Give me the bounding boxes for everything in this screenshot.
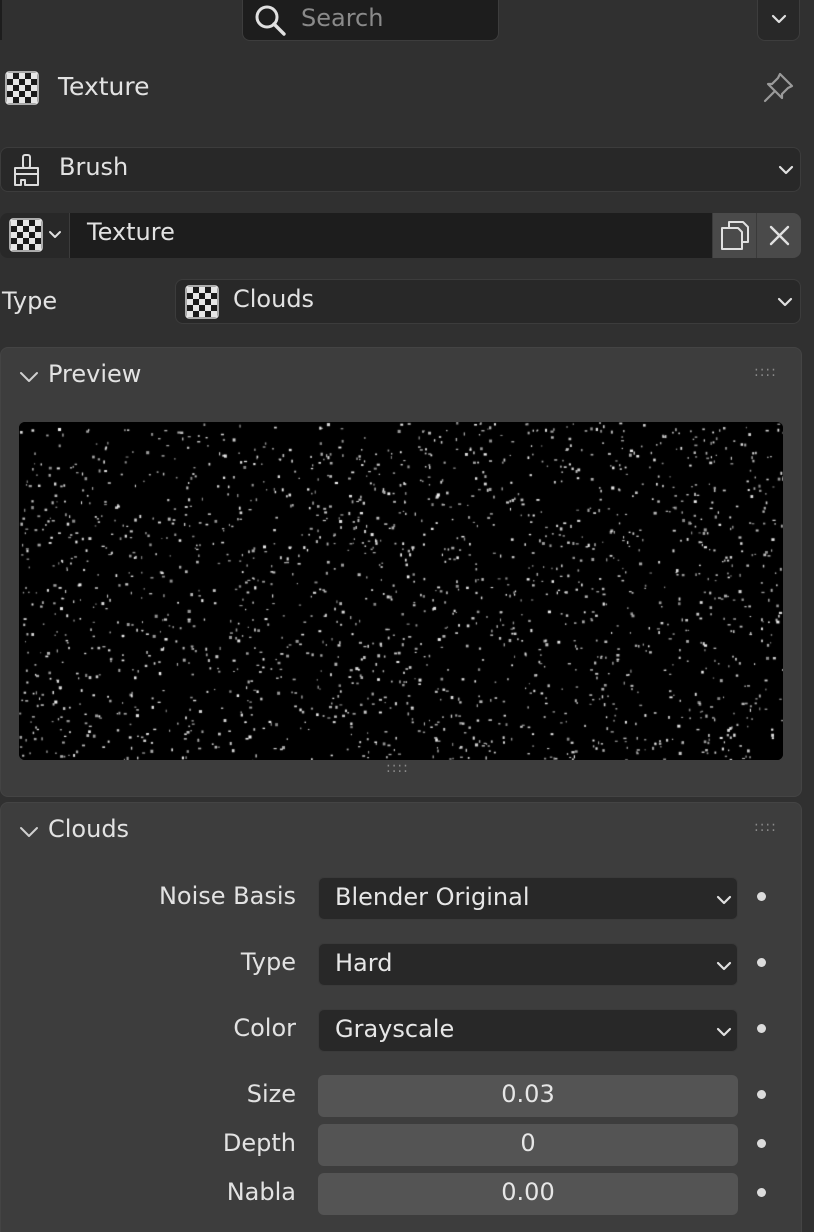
- duplicate-icon: [721, 221, 749, 250]
- options-dropdown-button[interactable]: [757, 0, 800, 41]
- checker-texture-icon: [185, 285, 219, 319]
- brush-context-dropdown[interactable]: Brush: [0, 147, 801, 192]
- checker-texture-icon: [5, 71, 39, 105]
- noise-basis-value: Blender Original: [335, 883, 530, 911]
- clouds-title: Clouds: [48, 815, 130, 843]
- clouds-panel-header[interactable]: Clouds: [14, 815, 314, 847]
- left-edge: [0, 0, 2, 40]
- noise-type-label: Type: [240, 948, 296, 976]
- duplicate-texture-button[interactable]: [712, 213, 756, 258]
- unlink-texture-button[interactable]: [756, 213, 801, 258]
- chevron-down-icon: [778, 165, 794, 175]
- preview-resize-handle[interactable]: ::::: [386, 760, 409, 776]
- preview-title: Preview: [48, 360, 142, 388]
- search-input[interactable]: Search: [242, 0, 499, 41]
- checker-texture-icon: [9, 218, 43, 252]
- chevron-down-icon: [49, 231, 61, 238]
- pin-icon[interactable]: [760, 70, 796, 106]
- animate-property-dot[interactable]: [757, 958, 766, 967]
- type-label: Type: [2, 287, 58, 315]
- animate-property-dot[interactable]: [757, 1024, 766, 1033]
- search-icon: [255, 5, 286, 36]
- texture-preview-image: [19, 422, 783, 760]
- brush-label: Brush: [59, 153, 129, 181]
- texture-name: Texture: [87, 218, 175, 246]
- chevron-down-icon: [716, 961, 732, 971]
- size-field[interactable]: 0.03: [318, 1075, 738, 1117]
- chevron-down-icon: [716, 895, 732, 905]
- chevron-down-icon: [771, 14, 787, 24]
- animate-property-dot[interactable]: [757, 1188, 766, 1197]
- chevron-down-icon: [716, 1027, 732, 1037]
- nabla-field[interactable]: 0.00: [318, 1173, 738, 1215]
- animate-property-dot[interactable]: [757, 1090, 766, 1099]
- noise-basis-label: Noise Basis: [158, 882, 296, 910]
- texture-type-dropdown[interactable]: Clouds: [175, 279, 801, 324]
- noise-basis-dropdown[interactable]: Blender Original: [318, 877, 738, 920]
- brush-icon: [14, 154, 39, 186]
- nabla-label: Nabla: [226, 1178, 296, 1206]
- chevron-down-icon: [20, 827, 38, 837]
- panel-drag-grip[interactable]: ::::: [754, 364, 777, 380]
- texture-browse-button[interactable]: [0, 213, 70, 258]
- texture-type-value: Clouds: [233, 285, 315, 313]
- color-dropdown[interactable]: Grayscale: [318, 1009, 738, 1052]
- close-icon: [769, 225, 790, 246]
- color-label: Color: [233, 1014, 296, 1042]
- noise-type-value: Hard: [335, 949, 393, 977]
- preview-panel-header[interactable]: Preview: [14, 360, 314, 392]
- noise-type-dropdown[interactable]: Hard: [318, 943, 738, 986]
- search-placeholder: Search: [301, 4, 384, 32]
- chevron-down-icon: [20, 372, 38, 382]
- context-title: Texture: [58, 72, 150, 101]
- depth-label: Depth: [222, 1129, 296, 1157]
- depth-value: 0: [520, 1129, 536, 1157]
- chevron-down-icon: [777, 297, 793, 307]
- size-value: 0.03: [501, 1080, 555, 1108]
- panel-drag-grip[interactable]: ::::: [754, 819, 777, 835]
- size-label: Size: [246, 1080, 296, 1108]
- animate-property-dot[interactable]: [757, 892, 766, 901]
- texture-name-field[interactable]: Texture: [70, 213, 712, 258]
- animate-property-dot[interactable]: [757, 1139, 766, 1148]
- depth-field[interactable]: 0: [318, 1124, 738, 1166]
- texture-properties-editor: Search Texture Brush Texture Type Clouds…: [0, 0, 814, 1232]
- color-value: Grayscale: [335, 1015, 455, 1043]
- nabla-value: 0.00: [501, 1178, 555, 1206]
- texture-datablock-selector: Texture: [0, 213, 801, 258]
